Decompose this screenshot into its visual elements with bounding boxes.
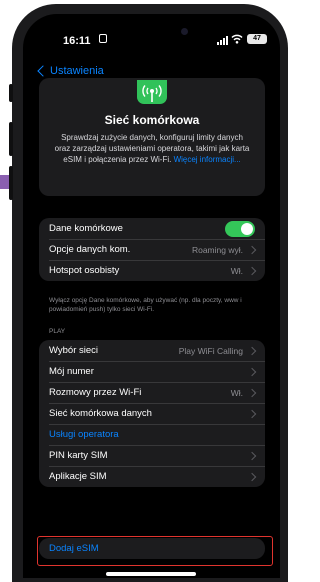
chevron-right-icon bbox=[247, 346, 257, 355]
toggle-knob bbox=[241, 222, 253, 235]
cellular-data-network-label: Sieć komórkowa danych bbox=[49, 408, 152, 419]
carrier-section-header: PLAY bbox=[49, 328, 66, 335]
wifi-calling-row[interactable]: Rozmowy przez Wi-Fi Wł. bbox=[39, 382, 265, 403]
header-card: Sieć komórkowa Sprawdzaj zużycie danych,… bbox=[39, 78, 265, 196]
carrier-group: Wybór sieci Play WiFi Calling Mój numer … bbox=[39, 340, 265, 487]
home-indicator bbox=[106, 572, 196, 576]
network-selection-label: Wybór sieci bbox=[49, 345, 99, 356]
sim-pin-label: PIN karty SIM bbox=[49, 450, 108, 461]
phone-screen: 16:11 47 Ustawienia Sieć komórkowa Spraw… bbox=[23, 14, 280, 578]
back-button[interactable]: Ustawienia bbox=[37, 65, 104, 77]
chevron-right-icon bbox=[247, 388, 257, 397]
cellular-data-group: Dane komórkowe Opcje danych kom. Roaming… bbox=[39, 218, 265, 281]
network-selection-value: Play WiFi Calling bbox=[178, 345, 243, 356]
my-number-label: Mój numer bbox=[49, 366, 94, 377]
sim-pin-row[interactable]: PIN karty SIM bbox=[39, 445, 265, 466]
chevron-right-icon bbox=[247, 472, 257, 481]
hotspot-value: Wł. bbox=[230, 265, 243, 276]
cellular-data-label: Dane komórkowe bbox=[49, 223, 123, 234]
status-time: 16:11 bbox=[63, 35, 91, 47]
highlight-outline bbox=[37, 536, 273, 566]
wifi-calling-label: Rozmowy przez Wi-Fi bbox=[49, 387, 142, 398]
cellular-data-footnote: Wyłącz opcję Dane komórkowe, aby używać … bbox=[49, 297, 242, 313]
sim-applications-row[interactable]: Aplikacje SIM bbox=[39, 466, 265, 487]
page-title: Sieć komórkowa bbox=[104, 113, 200, 127]
personal-hotspot-row[interactable]: Hotspot osobisty Wł. bbox=[39, 260, 265, 281]
wifi-calling-value: Wł. bbox=[230, 387, 243, 398]
chevron-right-icon bbox=[247, 409, 257, 418]
cellular-data-row[interactable]: Dane komórkowe bbox=[39, 218, 265, 239]
personal-hotspot-label: Hotspot osobisty bbox=[49, 265, 120, 276]
carrier-services-row[interactable]: Usługi operatora bbox=[39, 424, 265, 445]
camera-icon bbox=[181, 28, 188, 35]
more-info-link[interactable]: Więcej informacji... bbox=[174, 155, 241, 164]
battery-icon: 47 bbox=[247, 34, 267, 44]
wifi-icon bbox=[231, 34, 243, 44]
cellular-data-toggle[interactable] bbox=[225, 220, 255, 237]
dynamic-island bbox=[118, 22, 200, 42]
volume-up-button bbox=[9, 122, 13, 156]
my-number-row[interactable]: Mój numer bbox=[39, 361, 265, 382]
sim-applications-label: Aplikacje SIM bbox=[49, 471, 107, 482]
cellular-data-network-row[interactable]: Sieć komórkowa danych bbox=[39, 403, 265, 424]
back-label: Ustawienia bbox=[50, 65, 104, 77]
roaming-value: Roaming wył. bbox=[191, 244, 243, 255]
chevron-right-icon bbox=[247, 245, 257, 254]
header-description: Sprawdzaj zużycie danych, konfiguruj lim… bbox=[53, 132, 251, 165]
antenna-icon bbox=[137, 80, 167, 104]
chevron-right-icon bbox=[247, 367, 257, 376]
signal-icon bbox=[217, 36, 228, 45]
lock-icon bbox=[99, 34, 107, 43]
volume-down-button bbox=[9, 166, 13, 200]
chevron-right-icon bbox=[247, 266, 257, 275]
cellular-data-options-label: Opcje danych kom. bbox=[49, 244, 131, 255]
chevron-left-icon bbox=[37, 65, 49, 77]
network-selection-row[interactable]: Wybór sieci Play WiFi Calling bbox=[39, 340, 265, 361]
cellular-data-options-row[interactable]: Opcje danych kom. Roaming wył. bbox=[39, 239, 265, 260]
action-button bbox=[9, 84, 13, 102]
carrier-services-link[interactable]: Usługi operatora bbox=[49, 429, 255, 440]
chevron-right-icon bbox=[247, 451, 257, 460]
